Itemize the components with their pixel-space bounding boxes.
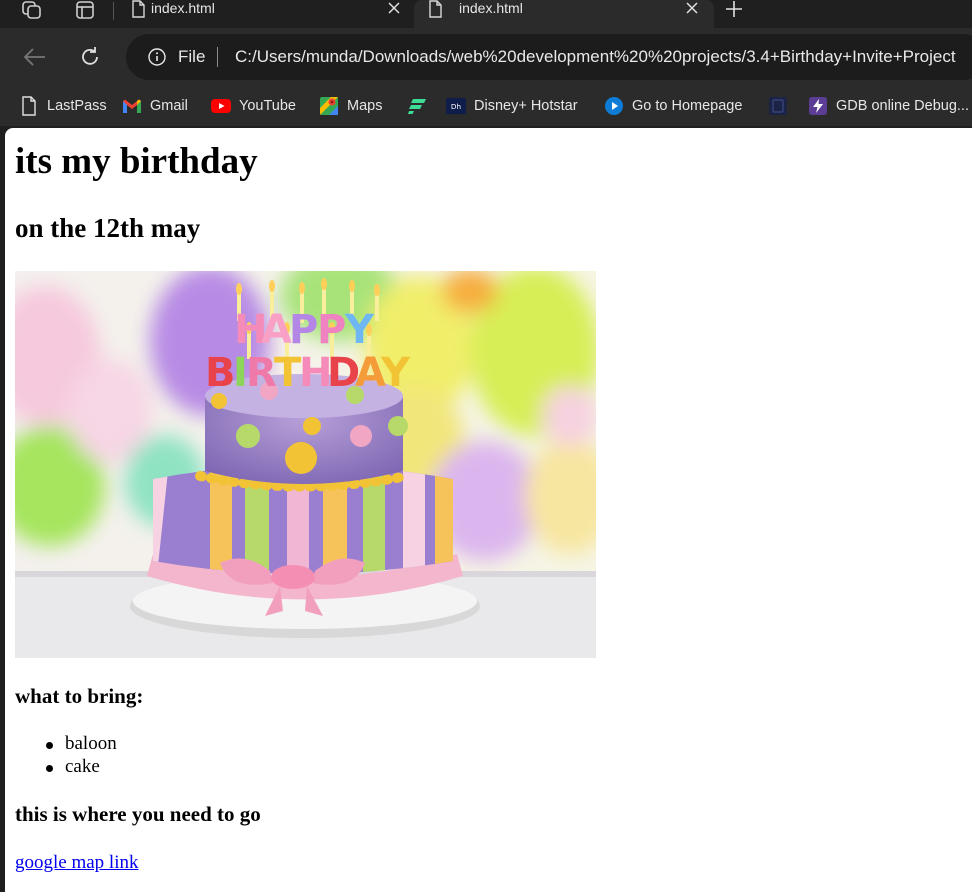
bookmark-label: GDB online Debug... [836,98,969,114]
bookmark-gdb-online[interactable]: GDB online Debug... [808,86,969,126]
svg-text:Dh: Dh [451,102,461,111]
maps-icon [319,96,339,116]
tab-index-2[interactable]: index.html [414,0,714,28]
back-button[interactable] [22,44,48,70]
close-tab-icon[interactable] [684,0,700,16]
bookmark-label: Go to Homepage [632,98,743,114]
lightning-icon [808,96,828,116]
tab-divider [113,2,114,20]
list-item: baloon [15,732,117,755]
info-icon[interactable] [148,48,166,66]
page-subtitle: on the 12th may [15,213,201,243]
play-circle-icon [604,96,624,116]
new-tab-button[interactable] [722,0,746,18]
address-separator [217,47,218,67]
list-item: cake [15,755,117,778]
bookmark-maps[interactable]: Maps [319,86,382,126]
url-scheme-label: File [178,47,206,66]
bookmark-youtube[interactable]: YouTube [211,86,296,126]
url-text[interactable]: C:/Users/munda/Downloads/web%20developme… [235,34,956,80]
tab-strip: index.html index.html [0,0,972,28]
bookmark-unnamed-2[interactable] [768,86,796,126]
bookmark-label: Gmail [150,98,188,114]
bookmark-label: Disney+ Hotstar [474,98,578,114]
tab-index-1[interactable]: index.html [118,0,410,28]
svg-text:P: P [289,307,318,353]
google-map-link[interactable]: google map link [15,851,138,875]
page-icon [130,0,146,21]
youtube-icon [211,96,231,116]
bookmark-gmail[interactable]: Gmail [122,86,188,126]
refresh-button[interactable] [77,44,103,70]
bookmark-label: Maps [347,98,383,114]
bookmark-icon [768,96,788,116]
svg-text:R: R [246,350,277,396]
bookmark-unnamed-1[interactable] [407,86,435,126]
bring-list: baloon cake [15,732,117,778]
bookmark-label: YouTube [239,98,296,114]
bookmark-go-to-homepage[interactable]: Go to Homepage [604,86,742,126]
svg-text:A: A [261,307,292,353]
where-heading: this is where you need to go [15,802,261,826]
svg-text:B: B [205,350,236,396]
bookmarks-bar: LastPass Gmail YouTube Maps Dh Disney+ H… [0,86,972,126]
document-icon [19,96,39,116]
gmail-icon [122,96,142,116]
svg-text:T: T [274,350,302,396]
stripes-icon [407,96,427,116]
birthday-cake-image: H A P P Y B I R T H D A Y [5,251,615,658]
tab-actions-icon[interactable] [74,0,96,20]
svg-text:Y: Y [344,307,375,353]
close-tab-icon[interactable] [386,0,402,16]
page-title: its my birthday [15,141,258,182]
bookmark-lastpass[interactable]: LastPass [19,86,107,126]
page-icon [427,0,443,21]
svg-text:Y: Y [380,350,411,396]
bookmark-label: LastPass [47,98,107,114]
tab-title: index.html [151,0,215,16]
tab-title: index.html [459,0,523,16]
hotstar-icon: Dh [446,96,466,116]
address-bar[interactable]: File C:/Users/munda/Downloads/web%20deve… [126,34,972,80]
page-viewport: its my birthday on the 12th may H A P P … [5,128,972,892]
bring-heading: what to bring: [15,684,144,708]
svg-text:P: P [317,307,346,353]
bookmark-hotstar[interactable]: Dh Disney+ Hotstar [446,86,578,126]
workspaces-icon[interactable] [21,0,43,20]
browser-toolbar: File C:/Users/munda/Downloads/web%20deve… [0,28,972,86]
